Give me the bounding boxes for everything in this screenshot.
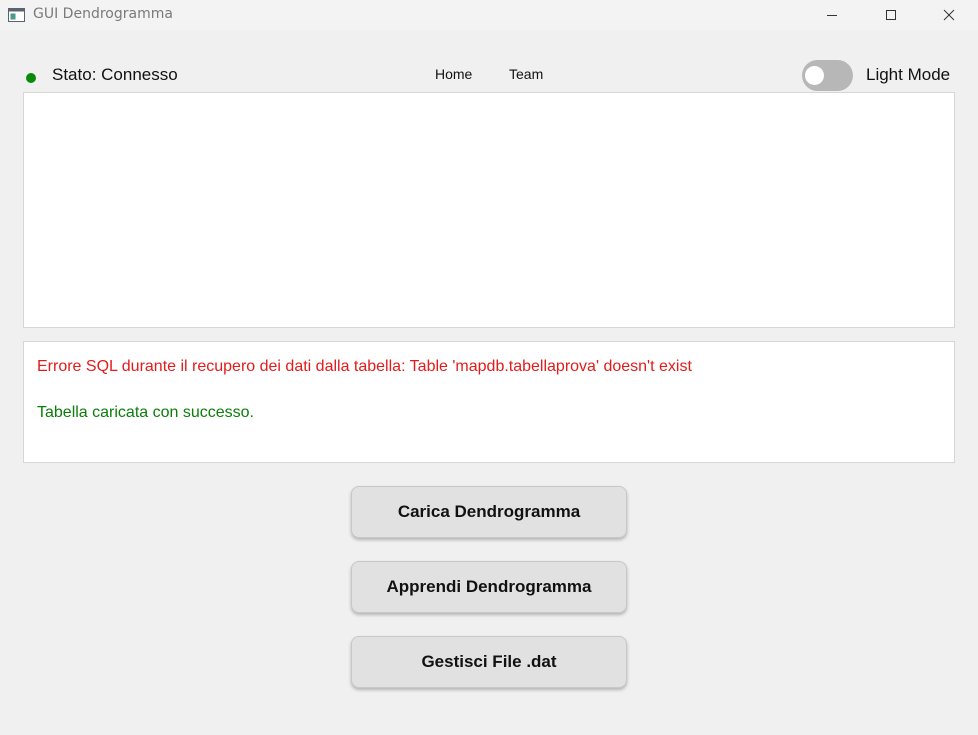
- close-button[interactable]: [920, 0, 978, 30]
- close-icon: [943, 6, 955, 25]
- learn-dendrogram-button[interactable]: Apprendi Dendrogramma: [351, 561, 627, 613]
- error-message: Errore SQL durante il recupero dei dati …: [37, 358, 692, 375]
- status-indicator-icon: [26, 73, 36, 83]
- theme-toggle-label: Light Mode: [866, 65, 951, 84]
- minimize-button[interactable]: [803, 0, 861, 30]
- minimize-icon: [826, 6, 838, 25]
- maximize-icon: [885, 6, 897, 25]
- nav-team-link[interactable]: Team: [509, 66, 543, 82]
- nav-home-link[interactable]: Home: [435, 66, 472, 82]
- dendrogram-display-area: [23, 92, 955, 328]
- success-message: Tabella caricata con successo.: [37, 404, 254, 421]
- toggle-knob: [805, 66, 824, 85]
- theme-toggle[interactable]: [802, 60, 853, 91]
- title-bar[interactable]: GUI Dendrogramma: [0, 0, 978, 30]
- maximize-button[interactable]: [862, 0, 920, 30]
- message-log: Errore SQL durante il recupero dei dati …: [23, 341, 955, 463]
- app-icon: [8, 7, 25, 22]
- window-title: GUI Dendrogramma: [33, 6, 173, 22]
- load-dendrogram-button[interactable]: Carica Dendrogramma: [351, 486, 627, 538]
- app-window: GUI Dendrogramma Stato: Connesso Home Te…: [0, 0, 978, 735]
- manage-dat-files-button[interactable]: Gestisci File .dat: [351, 636, 627, 688]
- connection-status: Stato: Connesso: [52, 65, 178, 84]
